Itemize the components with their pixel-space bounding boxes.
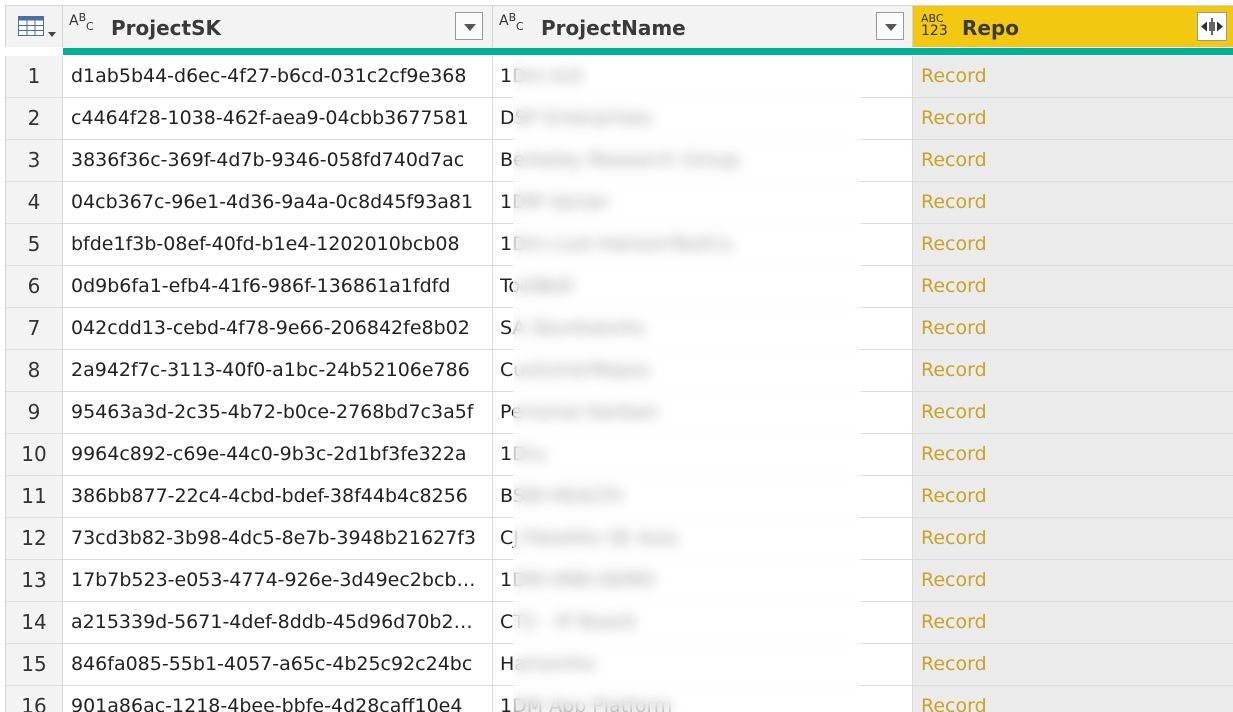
cell-projectsk[interactable]: 386bb877-22c4-4cbd-bdef-38f44b4c8256 (63, 476, 493, 518)
cell-projectsk[interactable]: 95463a3d-2c35-4b72-b0ce-2768bd7c3a5f (63, 392, 493, 434)
row-number[interactable]: 4 (5, 182, 63, 224)
cell-projectsk[interactable]: 73cd3b82-3b98-4dc5-8e7b-3948b21627f3 (63, 518, 493, 560)
cell-projectsk[interactable]: 2a942f7c-3113-40f0-a1bc-24b52106e786 (63, 350, 493, 392)
cell-repo-record-link[interactable]: Record (913, 308, 1233, 350)
row-number[interactable]: 16 (5, 686, 63, 712)
cell-repo-record-link[interactable]: Record (913, 350, 1233, 392)
column-label-repo: Repo (962, 16, 1020, 40)
cell-projectsk[interactable]: 846fa085-55b1-4057-a65c-4b25c92c24bc (63, 644, 493, 686)
column-header-projectsk[interactable]: ABC ProjectSK (63, 5, 493, 47)
row-number[interactable]: 13 (5, 560, 63, 602)
column-label-projectname: ProjectName (541, 16, 686, 40)
type-icon-123-text: 123 (921, 23, 948, 39)
table-menu-button[interactable] (5, 5, 63, 47)
chevron-down-icon (48, 32, 56, 37)
column-header-repo[interactable]: ABC 123 Repo (913, 5, 1233, 47)
cell-repo-record-link[interactable]: Record (913, 266, 1233, 308)
cell-repo-record-link[interactable]: Record (913, 140, 1233, 182)
cell-repo-record-link[interactable]: Record (913, 434, 1233, 476)
row-number[interactable]: 6 (5, 266, 63, 308)
expand-arrows-icon (1201, 18, 1223, 35)
column-header-projectname[interactable]: ABC ProjectName (493, 5, 913, 47)
cell-repo-record-link[interactable]: Record (913, 560, 1233, 602)
cell-projectsk[interactable]: d1ab5b44-d6ec-4f27-b6cd-031c2cf9e368 (63, 56, 493, 98)
column-filter-dropdown-projectsk[interactable] (455, 12, 483, 40)
cell-projectsk[interactable]: 901a86ac-1218-4bee-bbfe-4d28caff10e4 (63, 686, 493, 712)
cell-repo-record-link[interactable]: Record (913, 518, 1233, 560)
cell-repo-record-link[interactable]: Record (913, 602, 1233, 644)
cell-projectsk[interactable]: 04cb367c-96e1-4d36-9a4a-0c8d45f93a81 (63, 182, 493, 224)
cell-repo-record-link[interactable]: Record (913, 224, 1233, 266)
column-header-row: ABC ProjectSK ABC ProjectName ABC 123 Re… (0, 0, 1233, 56)
cell-projectsk[interactable]: 3836f36c-369f-4d7b-9346-058fd740d7ac (63, 140, 493, 182)
row-number[interactable]: 1 (5, 56, 63, 98)
cell-projectsk[interactable]: 17b7b523-e053-4774-926e-3d49ec2bcb… (63, 560, 493, 602)
cell-repo-record-link[interactable]: Record (913, 182, 1233, 224)
row-number[interactable]: 10 (5, 434, 63, 476)
cell-repo-record-link[interactable]: Record (913, 476, 1233, 518)
cell-projectsk[interactable]: 0d9b6fa1-efb4-41f6-986f-136861a1fdfd (63, 266, 493, 308)
cell-repo-record-link[interactable]: Record (913, 56, 1233, 98)
row-number[interactable]: 5 (5, 224, 63, 266)
row-number[interactable]: 3 (5, 140, 63, 182)
row-number[interactable]: 14 (5, 602, 63, 644)
row-number[interactable]: 8 (5, 350, 63, 392)
cell-projectsk[interactable]: 042cdd13-cebd-4f78-9e66-206842fe8b02 (63, 308, 493, 350)
column-quality-bar-repo (913, 47, 1233, 56)
row-number[interactable]: 15 (5, 644, 63, 686)
cell-repo-record-link[interactable]: Record (913, 98, 1233, 140)
cell-projectsk[interactable]: 9964c892-c69e-44c0-9b3c-2d1bf3fe322a (63, 434, 493, 476)
cell-projectsk[interactable]: a215339d-5671-4def-8ddb-45d96d70b2… (63, 602, 493, 644)
query-editor-data-grid: ABC ProjectSK ABC ProjectName ABC 123 Re… (0, 0, 1233, 712)
row-number[interactable]: 9 (5, 392, 63, 434)
row-number[interactable]: 7 (5, 308, 63, 350)
text-type-icon[interactable]: ABC (499, 11, 524, 33)
column-quality-bar-projectname (493, 47, 913, 56)
cell-projectsk[interactable]: bfde1f3b-08ef-40fd-b1e4-1202010bcb08 (63, 224, 493, 266)
table-icon (18, 16, 44, 36)
expand-column-button[interactable] (1197, 12, 1227, 41)
cell-repo-record-link[interactable]: Record (913, 392, 1233, 434)
row-number[interactable]: 2 (5, 98, 63, 140)
column-filter-dropdown-projectname[interactable] (876, 12, 904, 40)
cell-repo-record-link[interactable]: Record (913, 686, 1233, 712)
any-type-icon[interactable]: ABC 123 (921, 13, 951, 39)
row-number[interactable]: 12 (5, 518, 63, 560)
column-label-projectsk: ProjectSK (111, 16, 221, 40)
column-quality-bar-projectsk (63, 47, 493, 56)
cell-repo-record-link[interactable]: Record (913, 644, 1233, 686)
row-number[interactable]: 11 (5, 476, 63, 518)
text-type-icon[interactable]: ABC (69, 11, 94, 33)
redaction-blur-overlay (513, 56, 861, 712)
cell-projectsk[interactable]: c4464f28-1038-462f-aea9-04cbb3677581 (63, 98, 493, 140)
